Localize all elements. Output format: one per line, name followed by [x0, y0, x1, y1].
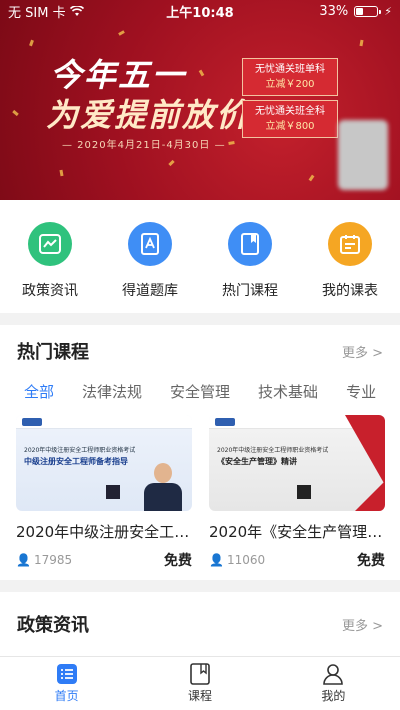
thumb-heading: 2020年中级注册安全工程师职业资格考试	[217, 447, 329, 454]
coupon-price: 立减￥200	[265, 79, 315, 90]
user-icon: 👤	[209, 553, 224, 567]
tab-safety-management[interactable]: 安全管理	[170, 381, 230, 402]
profile-icon	[323, 664, 344, 685]
banner-coupon: 无忧通关班全科 立减￥800	[242, 100, 338, 138]
news-icon	[28, 222, 72, 266]
home-icon	[56, 664, 77, 684]
banner-coupon: 无忧通关班单科 立减￥200	[242, 58, 338, 96]
tab-label: 课程	[187, 689, 212, 703]
qr-code-icon	[297, 485, 311, 499]
lecturer-photo	[140, 459, 186, 511]
banner-date-range: — 2020年4月21日-4月30日 —	[62, 140, 226, 151]
battery-icon	[354, 5, 382, 17]
course-title: 2020年《安全生产管理》精讲	[209, 523, 385, 541]
tab-laws[interactable]: 法律法规	[82, 381, 142, 402]
view-count: 11060	[226, 553, 266, 567]
course-thumbnail: 2020年中级注册安全工程师职业资格考试 中级注册安全工程师备考指导	[16, 415, 192, 511]
course-thumbnail: 2020年中级注册安全工程师职业资格考试 《安全生产管理》精讲	[209, 415, 385, 511]
section-title: 政策资讯	[17, 615, 89, 636]
course-title: 2020年中级注册安全工程师备考指导	[16, 523, 192, 541]
question-bank-icon	[128, 222, 172, 266]
quick-nav-label: 热门课程	[222, 283, 278, 299]
thumb-heading: 2020年中级注册安全工程师职业资格考试	[24, 447, 136, 454]
logo-icon	[215, 418, 235, 426]
view-count: 17985	[33, 553, 73, 567]
charging-icon: ⚡	[384, 4, 392, 18]
quick-nav-my-schedule[interactable]: 我的课表	[305, 222, 395, 300]
tab-label: 我的	[321, 689, 346, 703]
quick-nav-hot-courses[interactable]: 热门课程	[205, 222, 295, 300]
tab-technical-basics[interactable]: 技术基础	[258, 381, 318, 402]
section-title: 热门课程	[17, 342, 89, 363]
logo-icon	[22, 418, 42, 426]
coupon-line1: 无忧通关班全科	[255, 106, 325, 117]
tab-professional[interactable]: 专业	[346, 381, 376, 402]
tab-home[interactable]: 首页	[0, 657, 133, 710]
tab-profile[interactable]: 我的	[267, 657, 400, 710]
quick-nav-question-bank[interactable]: 得道题库	[105, 222, 195, 300]
quick-nav-label: 我的课表	[322, 283, 378, 299]
promo-banner[interactable]: 今年五一 为爱提前放价 — 2020年4月21日-4月30日 — 无忧通关班单科…	[0, 0, 400, 200]
quick-nav-policy-news[interactable]: 政策资讯	[5, 222, 95, 300]
qr-code-icon	[106, 485, 120, 499]
thumb-header-bar	[16, 415, 192, 429]
more-link[interactable]: 更多 >	[342, 342, 383, 361]
thumb-accent-corner	[355, 481, 385, 511]
status-time: 上午10:48	[166, 5, 234, 21]
quick-nav-label: 政策资讯	[22, 283, 78, 299]
carrier-label: 无 SIM 卡	[8, 5, 66, 21]
book-icon	[228, 222, 272, 266]
hot-courses-section: 热门课程 更多 > 全部 法律法规 安全管理 技术基础 专业 2020年中级注册…	[0, 325, 400, 580]
bottom-tab-bar: 首页 课程 我的	[0, 656, 400, 710]
category-tabs: 全部 法律法规 安全管理 技术基础 专业	[0, 377, 400, 405]
battery-percent: 33%	[319, 3, 349, 19]
banner-headline-2: 为爱提前放价	[46, 96, 251, 134]
more-link[interactable]: 更多 >	[342, 615, 383, 634]
wifi-icon	[69, 5, 84, 16]
status-bar: 无 SIM 卡 上午10:48 33% ⚡	[0, 0, 400, 22]
thumb-subtitle: 《安全生产管理》精讲	[217, 457, 297, 466]
quick-nav: 政策资讯 得道题库 热门课程 我的课表	[0, 200, 400, 313]
tab-all[interactable]: 全部	[24, 381, 54, 402]
course-card[interactable]: 2020年中级注册安全工程师职业资格考试 《安全生产管理》精讲 2020年《安全…	[209, 415, 385, 570]
blurred-overlay	[338, 120, 388, 190]
tab-label: 首页	[54, 689, 79, 703]
coupon-line1: 无忧通关班单科	[255, 64, 325, 75]
price-label: 免费	[357, 553, 385, 569]
course-card[interactable]: 2020年中级注册安全工程师职业资格考试 中级注册安全工程师备考指导 2020年…	[16, 415, 192, 570]
schedule-icon	[328, 222, 372, 266]
tab-courses[interactable]: 课程	[133, 657, 266, 710]
coupon-price: 立减￥800	[265, 121, 315, 132]
quick-nav-label: 得道题库	[122, 283, 178, 299]
policy-news-section: 政策资讯 更多 >	[0, 592, 400, 656]
price-label: 免费	[164, 553, 192, 569]
user-icon: 👤	[16, 553, 31, 567]
course-icon	[190, 663, 210, 685]
